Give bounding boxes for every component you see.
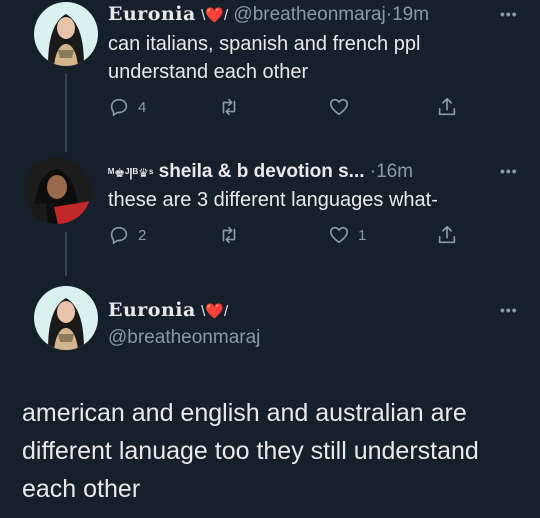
tweet1-time[interactable]: 19m [392, 4, 429, 25]
tweet1-handle[interactable]: @breatheonmaraj [233, 4, 385, 25]
main-tweet-name-row: Euronia \❤️/ [108, 298, 228, 324]
retweet-icon [222, 226, 236, 244]
like-count: 1 [358, 226, 367, 244]
avatar-euronia[interactable] [34, 2, 98, 66]
avatar-euronia-main[interactable] [34, 286, 98, 350]
tweet1-name-decoration: \❤️/ [201, 7, 229, 24]
thread-line [65, 232, 67, 276]
main-tweet-name-decoration: \❤️/ [201, 303, 229, 320]
tweet1-actions: 4 [108, 96, 508, 120]
reply-button[interactable]: 2 [108, 224, 146, 246]
tweet2-header: ᴹ♚ᴶ|ᴮ♛ˢ sheila & b devotion s... ·16m [108, 160, 413, 185]
tweet2-display-name-prefix: ᴹ♚ᴶ|ᴮ♛ˢ [108, 166, 154, 180]
avatar-sheila[interactable] [24, 157, 91, 224]
reply-icon [110, 98, 128, 117]
tweet1-text: can italians, spanish and french ppl und… [108, 33, 421, 83]
tweet1-header: Euronia \❤️/ @breatheonmaraj·19m [108, 2, 429, 28]
tweet2-actions: 2 1 [108, 224, 508, 248]
retweet-button[interactable] [218, 224, 248, 246]
reply-button[interactable]: 4 [108, 96, 146, 118]
avatar-image [24, 157, 91, 224]
main-tweet-text: american and english and australian are … [22, 399, 479, 503]
tweet2-time[interactable]: 16m [376, 161, 413, 182]
avatar-image [34, 286, 98, 350]
tweet1-display-name[interactable]: Euronia [108, 3, 196, 25]
retweet-icon [222, 98, 236, 116]
share-icon [438, 97, 456, 116]
avatar-image [34, 2, 98, 66]
reply-count: 4 [138, 98, 147, 116]
reply-icon [110, 226, 128, 245]
like-button[interactable] [328, 96, 358, 118]
main-tweet-display-name[interactable]: Euronia [108, 299, 196, 321]
tweet2-display-name[interactable]: sheila & b devotion s... [159, 161, 365, 182]
tweet2-text: these are 3 different languages what- [108, 189, 438, 211]
more-icon[interactable]: ••• [500, 302, 518, 318]
thread-line [65, 74, 67, 152]
share-icon [438, 225, 456, 244]
main-tweet-handle[interactable]: @breatheonmaraj [108, 326, 260, 350]
share-button[interactable] [436, 224, 458, 246]
more-icon[interactable]: ••• [500, 163, 518, 179]
reply-count: 2 [138, 226, 147, 244]
like-button[interactable]: 1 [328, 224, 366, 246]
like-icon [329, 98, 349, 116]
retweet-button[interactable] [218, 96, 248, 118]
more-icon[interactable]: ••• [500, 6, 518, 22]
like-icon [329, 226, 349, 244]
share-button[interactable] [436, 96, 458, 118]
